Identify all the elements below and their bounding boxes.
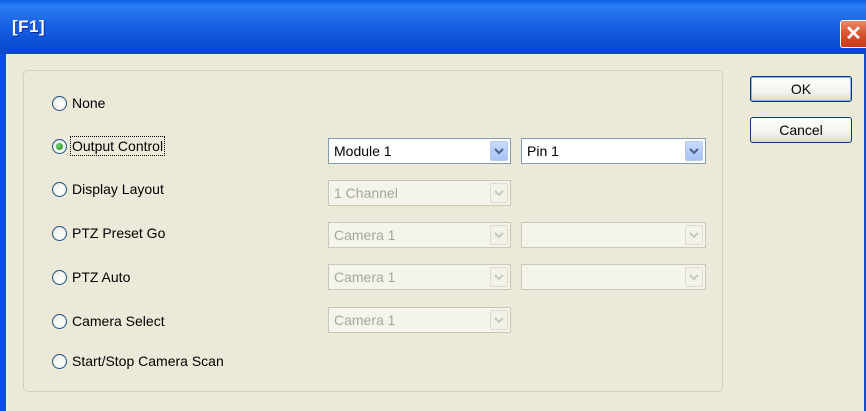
option-label-none: None <box>72 95 106 111</box>
ptz-auto-camera-value: Camera 1 <box>334 269 396 285</box>
ptz-preset-camera-select[interactable]: Camera 1 <box>328 222 511 248</box>
radio-none[interactable] <box>52 95 67 111</box>
option-ptz-preset-go[interactable]: PTZ Preset Go <box>52 222 166 244</box>
radio-ptz-auto[interactable] <box>52 269 67 285</box>
output-pin-select[interactable]: Pin 1 <box>521 138 706 164</box>
option-label-output-control: Output Control <box>69 136 166 156</box>
ptz-preset-number-select[interactable] <box>521 222 706 248</box>
chevron-down-icon <box>490 267 508 287</box>
option-label-ptz-preset-go: PTZ Preset Go <box>72 225 166 241</box>
output-pin-value: Pin 1 <box>527 143 559 159</box>
chevron-down-icon[interactable] <box>685 141 703 161</box>
close-icon: ✕ <box>845 23 862 45</box>
window-title: [F1] <box>12 17 46 36</box>
option-label-start-stop-camera-scan: Start/Stop Camera Scan <box>72 353 224 369</box>
radio-output-control[interactable] <box>52 138 67 154</box>
display-layout-select[interactable]: 1 Channel <box>328 180 511 206</box>
option-label-camera-select: Camera Select <box>72 313 165 329</box>
chevron-down-icon <box>685 267 703 287</box>
cancel-button[interactable]: Cancel <box>750 117 852 143</box>
chevron-down-icon <box>490 183 508 203</box>
ptz-preset-camera-value: Camera 1 <box>334 227 396 243</box>
title-bar[interactable]: [F1] ✕ <box>0 0 866 54</box>
option-display-layout[interactable]: Display Layout <box>52 178 165 200</box>
ok-button[interactable]: OK <box>750 76 852 102</box>
option-camera-select[interactable]: Camera Select <box>52 310 166 332</box>
option-output-control[interactable]: Output Control <box>52 135 166 157</box>
radio-camera-select[interactable] <box>52 313 67 329</box>
chevron-down-icon[interactable] <box>490 141 508 161</box>
chevron-down-icon <box>685 225 703 245</box>
display-layout-value: 1 Channel <box>334 185 398 201</box>
radio-start-stop-camera-scan[interactable] <box>52 353 67 369</box>
camera-select-select[interactable]: Camera 1 <box>328 307 511 333</box>
ptz-auto-pattern-select[interactable] <box>521 264 706 290</box>
option-start-stop-camera-scan[interactable]: Start/Stop Camera Scan <box>52 350 225 372</box>
camera-select-value: Camera 1 <box>334 312 396 328</box>
window-border-left <box>0 54 6 411</box>
option-label-ptz-auto: PTZ Auto <box>72 269 131 285</box>
close-button[interactable]: ✕ <box>840 20 866 48</box>
ptz-auto-camera-select[interactable]: Camera 1 <box>328 264 511 290</box>
chevron-down-icon <box>490 310 508 330</box>
chevron-down-icon <box>490 225 508 245</box>
radio-ptz-preset-go[interactable] <box>52 225 67 241</box>
option-label-display-layout: Display Layout <box>72 181 164 197</box>
radio-display-layout[interactable] <box>52 181 67 197</box>
option-ptz-auto[interactable]: PTZ Auto <box>52 266 131 288</box>
output-module-value: Module 1 <box>334 143 392 159</box>
output-module-select[interactable]: Module 1 <box>328 138 511 164</box>
option-none[interactable]: None <box>52 92 106 114</box>
